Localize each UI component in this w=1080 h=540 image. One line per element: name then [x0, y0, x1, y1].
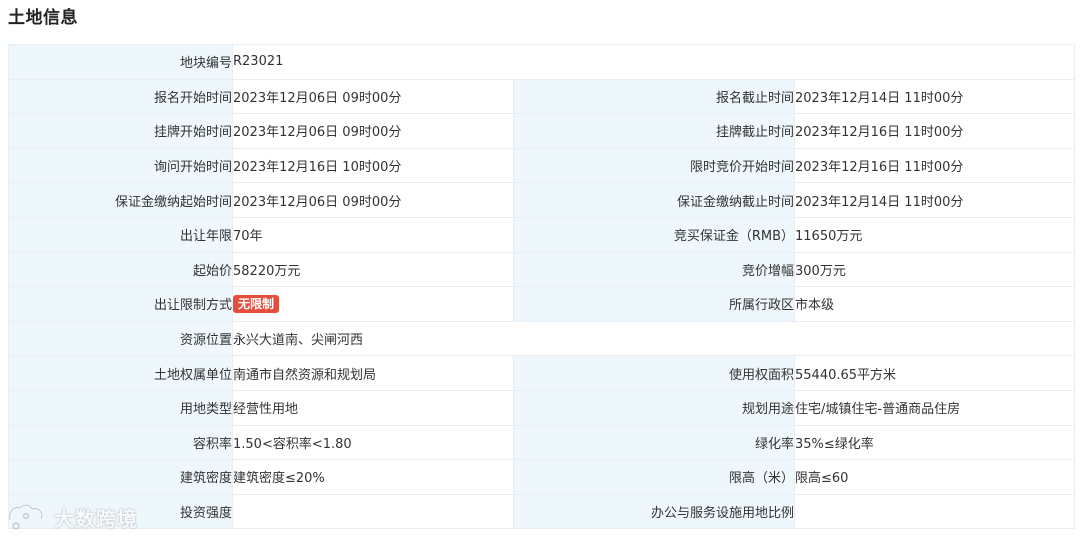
table-row: 出让年限 70年 竞买保证金（RMB） 11650万元	[8, 216, 1076, 253]
field-label: 办公与服务设施用地比例	[513, 493, 795, 530]
status-badge: 无限制	[233, 294, 280, 313]
field-label: 挂牌开始时间	[8, 113, 233, 149]
field-label: 绿化率	[513, 424, 795, 461]
field-value: 市本级	[793, 286, 1076, 322]
field-label: 保证金缴纳起始时间	[8, 182, 233, 218]
field-label: 容积率	[8, 424, 233, 461]
field-value: 2023年12月16日 11时00分	[793, 147, 1076, 184]
table-row: 投资强度 办公与服务设施用地比例	[8, 493, 1076, 530]
field-value	[232, 493, 514, 530]
field-label: 竞买保证金（RMB）	[513, 216, 795, 253]
field-value: 2023年12月14日 11时00分	[793, 78, 1076, 115]
table-row: 地块编号 R23021	[8, 44, 1076, 80]
field-label: 出让限制方式	[8, 286, 233, 322]
table-row: 起始价 58220万元 竞价增幅 300万元	[8, 251, 1076, 288]
table-row: 容积率 1.50<容积率<1.80 绿化率 35%≤绿化率	[8, 424, 1076, 461]
field-label: 地块编号	[8, 44, 233, 80]
field-label: 使用权面积	[513, 355, 795, 391]
table-row: 土地权属单位 南通市自然资源和规划局 使用权面积 55440.65平方米	[8, 355, 1076, 391]
table-row: 建筑密度 建筑密度≤20% 限高（米） 限高≤60	[8, 459, 1076, 495]
watermark: 大数跨境	[6, 500, 138, 534]
field-value: 限高≤60	[793, 459, 1076, 495]
field-value: 南通市自然资源和规划局	[232, 355, 514, 391]
field-value	[793, 493, 1076, 530]
table-row: 资源位置 永兴大道南、尖闸河西	[8, 320, 1076, 357]
field-label: 报名截止时间	[513, 78, 795, 115]
field-label: 竞价增幅	[513, 251, 795, 288]
table-row: 出让限制方式 无限制 所属行政区 市本级	[8, 286, 1076, 322]
field-label: 出让年限	[8, 216, 233, 253]
field-value: 55440.65平方米	[793, 355, 1076, 391]
field-value: 300万元	[793, 251, 1076, 288]
field-label: 保证金缴纳截止时间	[513, 182, 795, 218]
field-value: 无限制	[232, 286, 514, 322]
field-value: 11650万元	[793, 216, 1076, 253]
field-value: 永兴大道南、尖闸河西	[231, 320, 1076, 357]
field-value: 2023年12月14日 11时00分	[793, 182, 1076, 218]
field-label: 起始价	[8, 251, 233, 288]
field-value: 70年	[232, 216, 514, 253]
table-row: 用地类型 经营性用地 规划用途 住宅/城镇住宅-普通商品住房	[8, 389, 1076, 426]
field-value: 35%≤绿化率	[793, 424, 1076, 461]
field-value: 2023年12月06日 09时00分	[232, 113, 514, 149]
field-value: 2023年12月16日 10时00分	[232, 147, 514, 184]
brand-logo-icon	[8, 503, 44, 530]
field-value: 58220万元	[232, 251, 514, 288]
field-label: 报名开始时间	[8, 78, 233, 115]
field-value: R23021	[231, 44, 1076, 80]
field-label: 用地类型	[8, 389, 233, 426]
field-label: 建筑密度	[8, 459, 233, 495]
field-label: 询问开始时间	[8, 147, 233, 184]
table-row: 报名开始时间 2023年12月06日 09时00分 报名截止时间 2023年12月14…	[8, 78, 1076, 115]
section-title: 土地信息	[8, 8, 78, 28]
field-value: 住宅/城镇住宅-普通商品住房	[793, 389, 1076, 426]
field-value: 2023年12月16日 11时00分	[793, 113, 1076, 149]
watermark-text: 大数跨境	[54, 506, 138, 531]
field-label: 限时竞价开始时间	[513, 147, 795, 184]
table-row: 保证金缴纳起始时间 2023年12月06日 09时00分 保证金缴纳截止时间 2023…	[8, 182, 1076, 218]
table-row: 挂牌开始时间 2023年12月06日 09时00分 挂牌截止时间 2023年12月16…	[8, 113, 1076, 149]
field-label: 限高（米）	[513, 459, 795, 495]
field-label: 土地权属单位	[8, 355, 233, 391]
field-label: 挂牌截止时间	[513, 113, 795, 149]
field-value: 经营性用地	[232, 389, 514, 426]
field-value: 建筑密度≤20%	[232, 459, 514, 495]
field-value: 2023年12月06日 09时00分	[232, 78, 514, 115]
field-label: 所属行政区	[513, 286, 795, 322]
land-info-table: 地块编号 R23021 报名开始时间 2023年12月06日 09时00分 报名截止时间…	[8, 44, 1076, 530]
field-value: 2023年12月06日 09时00分	[232, 182, 514, 218]
table-row: 询问开始时间 2023年12月16日 10时00分 限时竞价开始时间 2023年12月…	[8, 147, 1076, 184]
field-label: 规划用途	[513, 389, 795, 426]
field-label: 资源位置	[8, 320, 233, 357]
field-value: 1.50<容积率<1.80	[232, 424, 514, 461]
